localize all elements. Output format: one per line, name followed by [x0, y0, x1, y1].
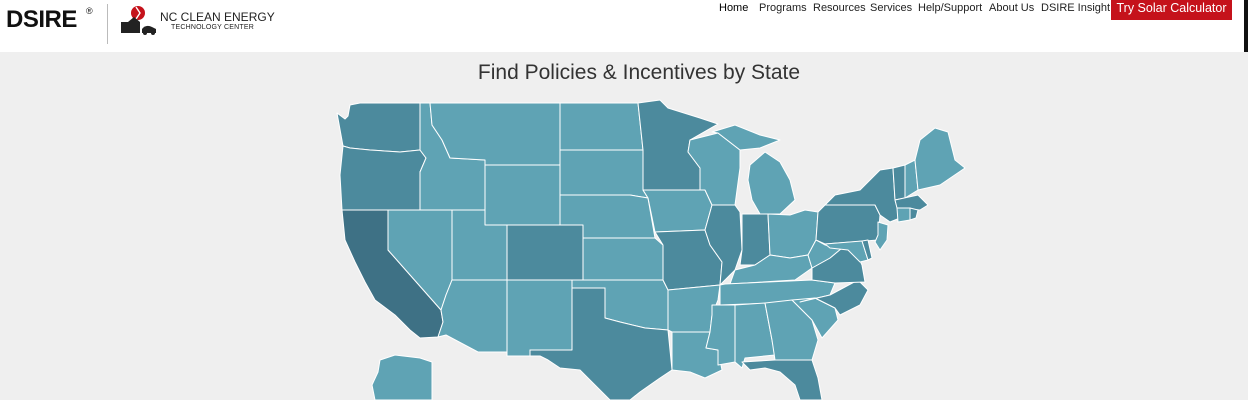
state-michigan[interactable] — [747, 151, 796, 215]
state-indiana[interactable] — [739, 213, 771, 266]
state-north-dakota[interactable] — [559, 102, 644, 151]
state-iowa[interactable] — [642, 189, 713, 233]
state-maine[interactable] — [914, 127, 966, 191]
state-connecticut[interactable] — [896, 207, 911, 223]
state-washington[interactable] — [336, 102, 421, 153]
state-rhode-island[interactable] — [909, 207, 919, 221]
state-vermont[interactable] — [892, 164, 906, 201]
state-pennsylvania[interactable] — [815, 204, 881, 245]
us-state-map — [336, 99, 966, 400]
state-new-mexico[interactable] — [506, 279, 573, 357]
state-alaska[interactable] — [371, 354, 433, 400]
state-south-dakota[interactable] — [559, 149, 649, 199]
state-kansas[interactable] — [582, 237, 664, 281]
state-florida[interactable] — [741, 359, 823, 400]
state-arizona[interactable] — [437, 279, 508, 353]
state-colorado[interactable] — [506, 224, 584, 281]
state-montana[interactable] — [429, 102, 561, 166]
state-wyoming[interactable] — [484, 164, 561, 226]
state-oregon[interactable] — [339, 145, 427, 211]
